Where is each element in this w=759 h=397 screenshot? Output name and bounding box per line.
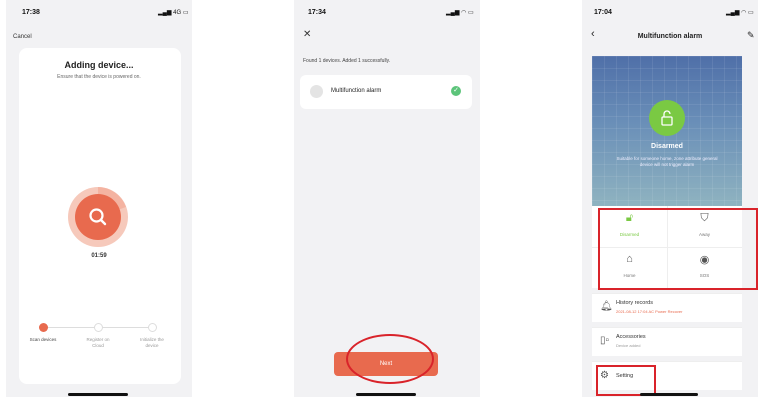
close-icon[interactable]: ✕ xyxy=(303,29,311,40)
cancel-button[interactable]: Cancel xyxy=(13,34,32,40)
step-label-register: Register on Cloud xyxy=(86,337,110,348)
status-description: Suitable for someone home, zone attribut… xyxy=(616,156,718,167)
status-time: 17:34 xyxy=(308,9,326,16)
device-icon xyxy=(310,85,323,98)
status-panel: Disarmed Suitable for someone home, zone… xyxy=(592,56,742,206)
step-label-initialize: Initialize the device xyxy=(140,337,164,348)
accessories-icon: ▯▫ xyxy=(600,335,610,346)
screen-device-found: 17:34 ▂▄▆ ◠ ▭ ✕ Found 1 devices. Added 1… xyxy=(294,0,480,397)
annotation-circle xyxy=(346,334,434,384)
home-indicator xyxy=(356,393,416,396)
status-signal: ▂▄▆ 4G ▭ xyxy=(158,10,189,16)
step-dot-register xyxy=(94,323,103,332)
device-row[interactable]: Multifunction alarm ✓ xyxy=(300,75,472,109)
accessories-row[interactable]: ▯▫ Accessories Device added xyxy=(592,327,742,356)
row-title: Accessories xyxy=(616,334,646,340)
status-time: 17:04 xyxy=(594,9,612,16)
history-records-row[interactable]: 🔔︎ History records 2021-08-12 17:04 AC P… xyxy=(592,293,742,322)
status-signal: ▂▄▆ ◠ ▭ xyxy=(726,10,754,16)
status-signal: ▂▄▆ ◠ ▭ xyxy=(446,10,474,16)
screen-multifunction-alarm: 17:04 ▂▄▆ ◠ ▭ ‹ Multifunction alarm ✎ Di… xyxy=(582,0,758,397)
annotation-box-modes xyxy=(598,208,758,290)
step-label-scan: Scan devices xyxy=(29,337,57,342)
page-subtitle: Ensure that the device is powered on. xyxy=(57,74,141,80)
status-time: 17:38 xyxy=(22,9,40,16)
row-detail: Device added xyxy=(616,343,641,348)
device-name: Multifunction alarm xyxy=(331,88,382,94)
status-label: Disarmed xyxy=(651,143,683,150)
check-icon: ✓ xyxy=(451,86,461,96)
progress-ring xyxy=(68,187,128,247)
bell-icon: 🔔︎ xyxy=(600,301,613,312)
row-title: History records xyxy=(616,300,653,306)
countdown-timer: 01:59 xyxy=(91,253,107,259)
step-dot-initialize xyxy=(148,323,157,332)
row-detail: 2021-08-12 17:04 AC Power Recover xyxy=(616,309,683,314)
status-lock-icon xyxy=(649,100,685,136)
found-status-text: Found 1 devices. Added 1 successfully. xyxy=(303,58,391,64)
page-title: Adding device... xyxy=(64,60,134,70)
home-indicator xyxy=(640,393,698,396)
edit-icon[interactable]: ✎ xyxy=(747,30,755,41)
screen-adding-device: 17:38 ▂▄▆ 4G ▭ Cancel Adding device... E… xyxy=(6,0,192,397)
step-dot-scan xyxy=(39,323,48,332)
home-indicator xyxy=(68,393,128,396)
annotation-box-setting xyxy=(596,365,656,396)
page-title: Multifunction alarm xyxy=(637,33,703,40)
